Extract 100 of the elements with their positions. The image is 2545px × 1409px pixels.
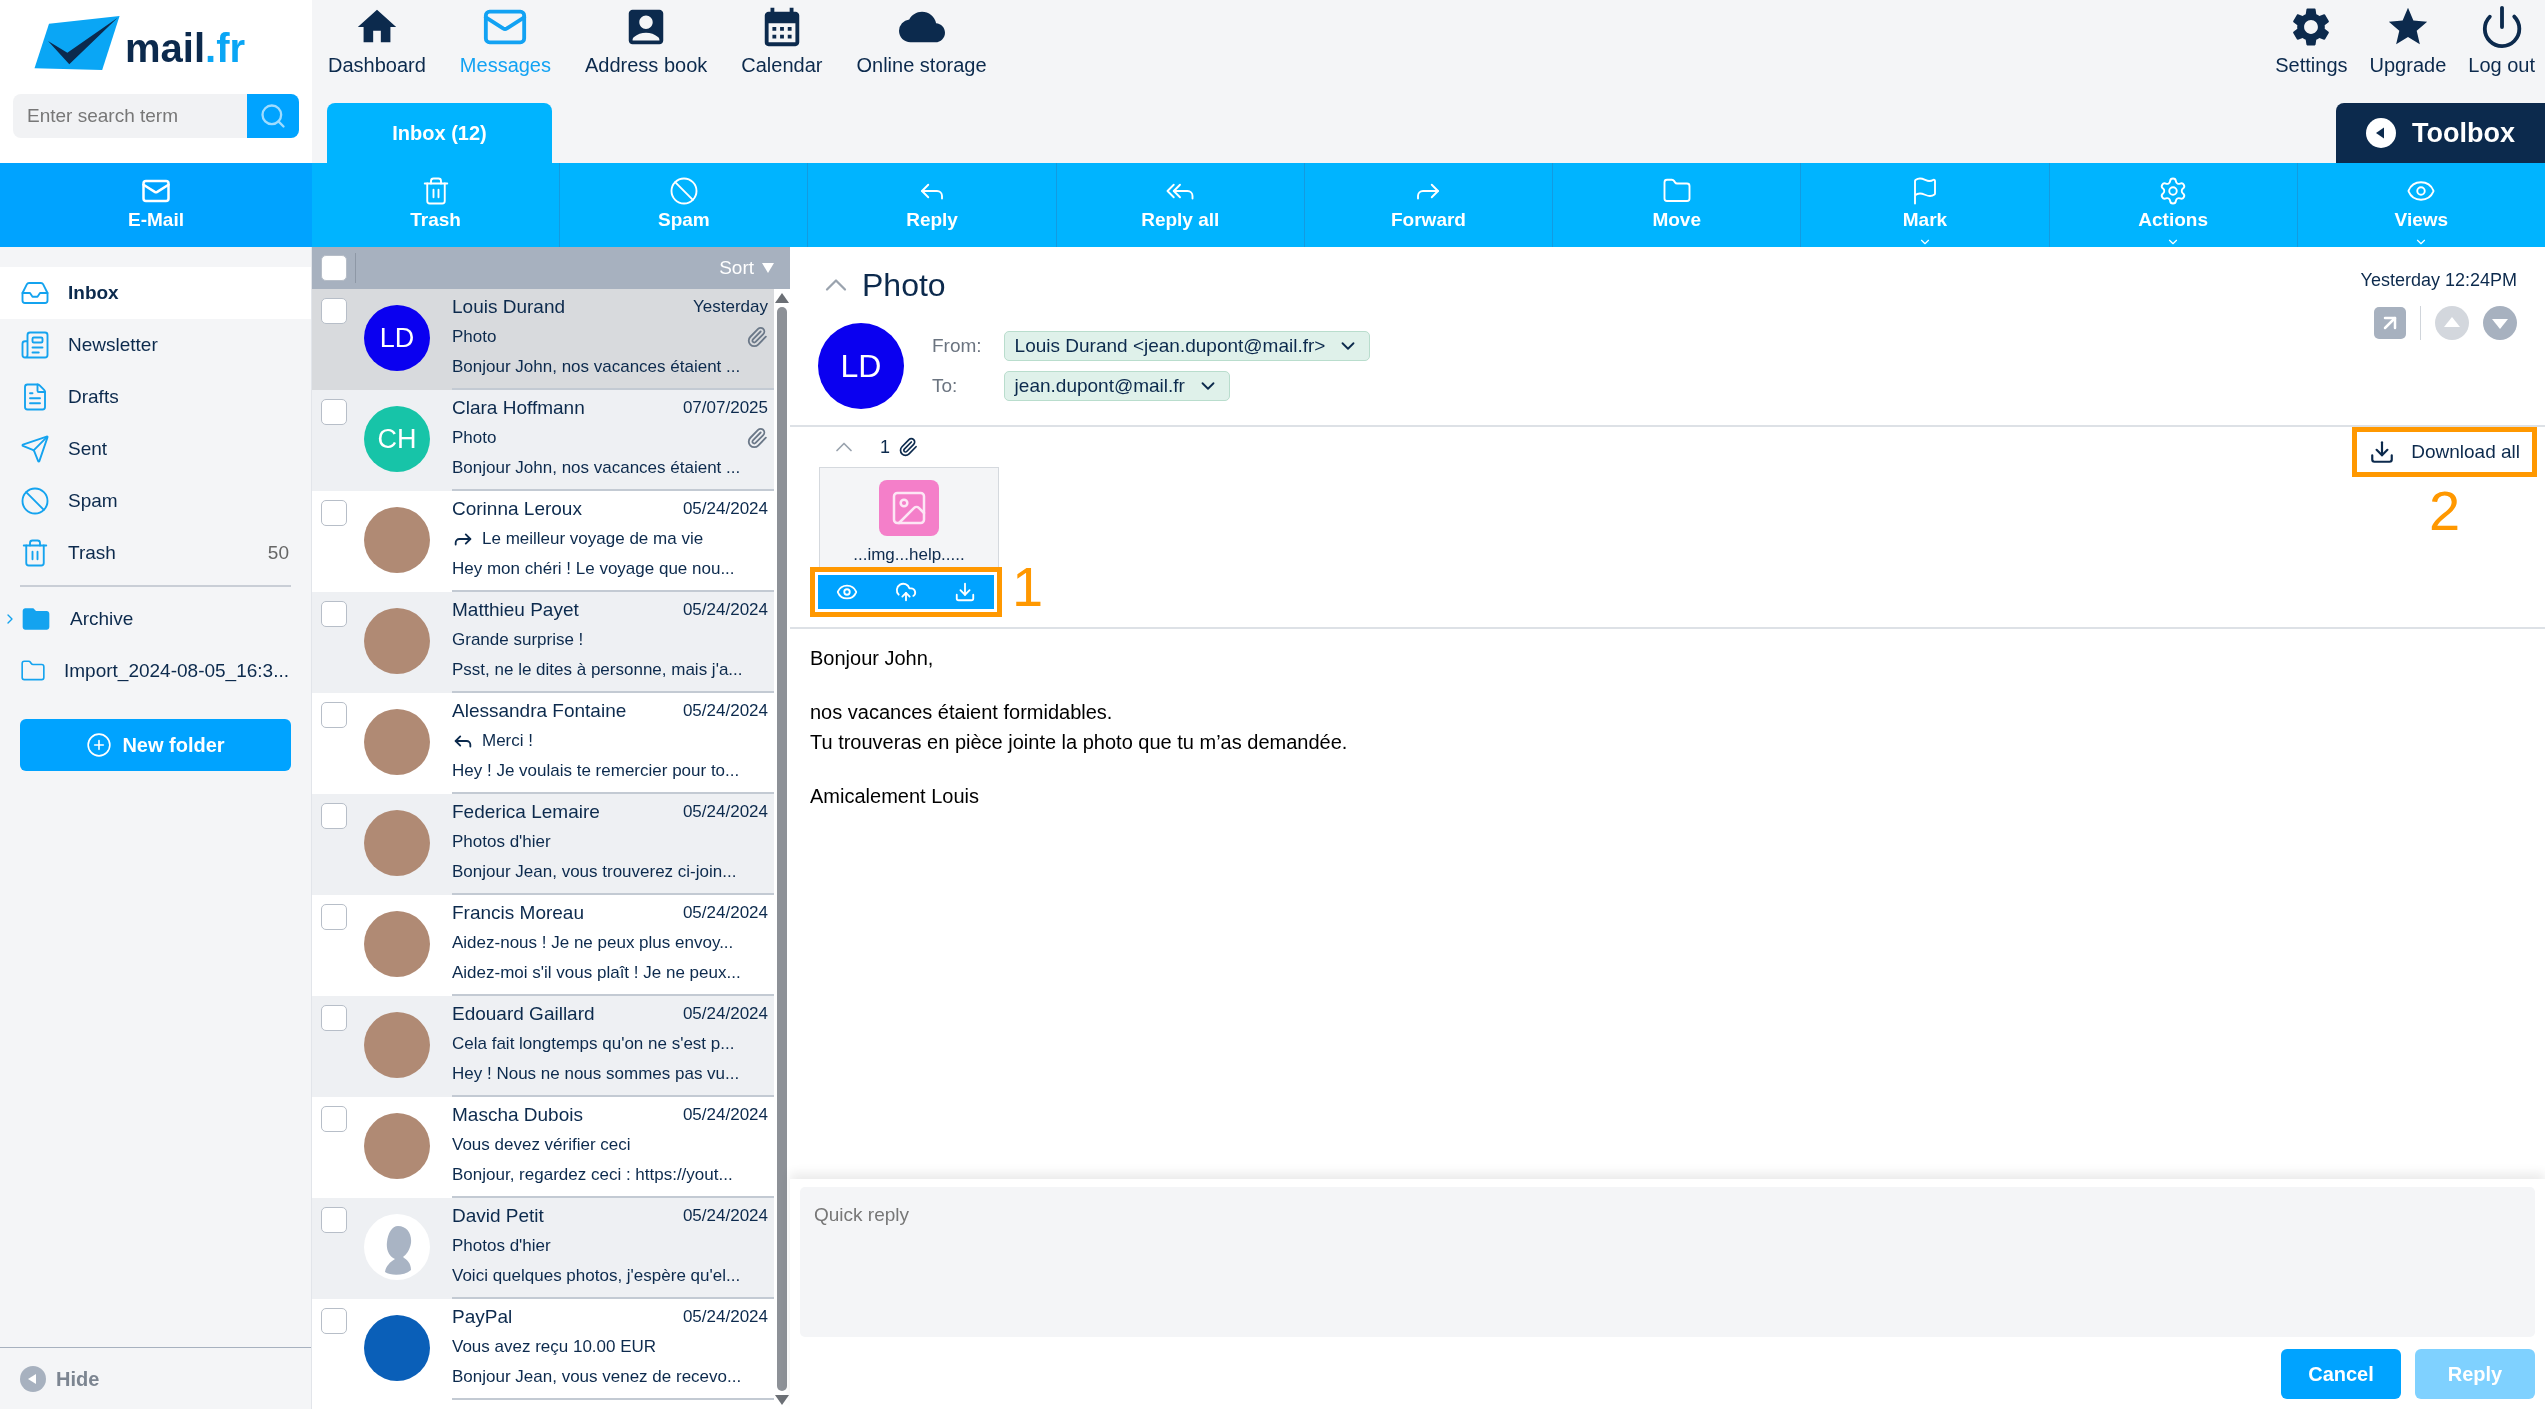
attachment-card[interactable]: ...img...help..... [819, 467, 999, 567]
logo-text: mail.fr [125, 28, 246, 68]
plus-circle-icon [86, 732, 113, 758]
body-text: Tu trouveras en pièce jointe la photo que tu m’as demandée. [810, 730, 1349, 755]
message-row[interactable]: Federica Lemaire 05/24/2024 Photos d'hier Bonjour Jean, vous trouverez ci-join... [312, 794, 774, 895]
message-preview: Aidez-moi s'il vous plaît ! Je ne peux... [452, 962, 741, 985]
message-subject: Vous avez reçu 10.00 EUR [452, 1336, 658, 1359]
folder-item[interactable]: Inbox [0, 267, 311, 319]
message-row[interactable]: LD Louis Durand Yesterday Photo Bonjour John, nos vacances étaient ... [312, 289, 774, 390]
nav-tab[interactable]: Address book [585, 4, 708, 80]
folder-item[interactable]: Sent [0, 423, 311, 475]
sender-chip[interactable]: Louis Durand <jean.dupont@mail.fr> [1003, 331, 1371, 361]
email-title: Photo [862, 266, 946, 305]
sender-name: Clara Hoffmann [452, 395, 585, 420]
next-message-icon[interactable] [2483, 306, 2517, 340]
image-file-icon [879, 480, 939, 536]
checkbox[interactable] [321, 601, 347, 627]
folder-item[interactable]: Spam [0, 475, 311, 527]
message-date: 05/24/2024 [682, 599, 768, 622]
checkbox[interactable] [321, 399, 347, 425]
body-text: Amicalement Louis [810, 784, 980, 809]
message-row[interactable]: Matthieu Payet 05/24/2024 Grande surprise ! Psst, ne le dites à personne, mais j'a... [312, 592, 774, 693]
body-text: Bonjour John, [810, 646, 935, 671]
download-all-button[interactable]: Download all [2359, 434, 2530, 470]
cloud-upload-icon[interactable] [895, 581, 917, 603]
nav-tab[interactable]: Calendar [741, 4, 823, 80]
folder-item[interactable]: Drafts [0, 371, 311, 423]
person-silhouette-icon [364, 1214, 430, 1280]
caret-icon [762, 263, 774, 273]
sender-name: Francis Moreau [452, 900, 584, 925]
to-label: To: [932, 373, 959, 398]
folder-item[interactable]: Newsletter [0, 319, 311, 371]
message-date: 05/24/2024 [682, 498, 768, 521]
sender-name: Federica Lemaire [452, 799, 600, 824]
message-row[interactable]: CH Clara Hoffmann 07/07/2025 Photo Bonjour John, nos vacances étaient ... [312, 390, 774, 491]
checkbox[interactable] [321, 500, 347, 526]
scroll-up-icon [775, 293, 789, 303]
checkbox[interactable] [321, 255, 347, 281]
message-date: 05/24/2024 [682, 1003, 768, 1026]
account-nav-button[interactable]: Upgrade [2369, 4, 2447, 80]
sender-name: Alessandra Fontaine [452, 698, 627, 723]
checkbox[interactable] [321, 1106, 347, 1132]
avatar: LD [364, 305, 430, 371]
message-date: 05/24/2024 [682, 1205, 768, 1228]
trash-icon [20, 538, 50, 568]
folder-item[interactable]: Import_2024-08-05_16:3... [0, 645, 311, 697]
annotation-number: 1 [1012, 559, 1044, 615]
email-date: Yesterday 12:24PM [2360, 269, 2517, 292]
message-date: 05/24/2024 [682, 1306, 768, 1329]
message-subject: Vous devez vérifier ceci [452, 1134, 632, 1157]
message-subject: Merci ! [482, 730, 534, 753]
previous-message-icon[interactable] [2435, 306, 2469, 340]
message-subject: Photo [452, 427, 498, 450]
checkbox[interactable] [321, 1207, 347, 1233]
message-row[interactable]: David Petit 05/24/2024 Photos d'hier Voici quelques photos, j'espère qu'el... [312, 1198, 774, 1299]
from-label: From: [932, 333, 982, 358]
checkbox[interactable] [321, 1308, 347, 1334]
left-arrow-circle-icon [20, 1365, 46, 1392]
nav-tab[interactable]: Dashboard [328, 4, 426, 80]
toolbox-button[interactable]: Toolbox [2336, 103, 2545, 163]
message-subject: Photos d'hier [452, 1235, 552, 1258]
paperclip-icon [898, 437, 918, 457]
folder-item[interactable]: Trash 50 [0, 527, 311, 579]
message-preview: Hey ! Nous ne nous sommes pas vu... [452, 1063, 740, 1086]
sender-name: Matthieu Payet [452, 597, 579, 622]
message-preview: Bonjour, regardez ceci : https://yout... [452, 1164, 733, 1187]
download-icon[interactable] [953, 581, 976, 603]
recipient-chip[interactable]: jean.dupont@mail.fr [1003, 371, 1230, 401]
folder-count: 50 [267, 540, 289, 565]
nav-tab[interactable]: Online storage [856, 4, 987, 80]
search-field[interactable]: Enter search term [13, 94, 247, 138]
message-subject: Cela fait longtemps qu'on ne s'est p... [452, 1033, 736, 1056]
sender-name: PayPal [452, 1304, 513, 1329]
message-date: Yesterday [693, 296, 768, 319]
message-date: 05/24/2024 [682, 700, 768, 723]
checkbox[interactable] [321, 904, 347, 930]
search-icon [259, 102, 287, 130]
checkbox[interactable] [321, 1005, 347, 1031]
message-date: 05/24/2024 [682, 1104, 768, 1127]
quick-reply-field[interactable]: Quick reply [800, 1187, 2535, 1337]
open-window-button[interactable] [2374, 307, 2406, 339]
avatar: CH [364, 406, 430, 472]
message-preview: Bonjour Jean, vous trouverez ci-join... [452, 861, 737, 884]
search-button[interactable] [247, 94, 299, 138]
checkbox[interactable] [321, 803, 347, 829]
body-text: nos vacances étaient formidables. [810, 700, 1114, 725]
message-date: 07/07/2025 [682, 397, 768, 420]
sender-name: Edouard Gaillard [452, 1001, 595, 1026]
message-subject: Grande surprise ! [452, 629, 585, 652]
ban-icon [20, 486, 50, 516]
checkbox[interactable] [321, 702, 347, 728]
message-row[interactable]: Edouard Gaillard 05/24/2024 Cela fait longtemps qu'on ne s'est p... Hey ! Nous ne nous sommes pas vu... [312, 996, 774, 1097]
account-nav-button[interactable]: Settings [2275, 4, 2348, 80]
folder-item[interactable]: Archive [0, 593, 311, 645]
account-nav-button[interactable]: Log out [2468, 4, 2535, 80]
sender-avatar: LD [818, 323, 904, 409]
message-preview: Hey ! Je voulais te remercier pour to... [452, 760, 740, 783]
left-arrow-circle-icon [2366, 118, 2396, 148]
sender-name: David Petit [452, 1203, 544, 1228]
checkbox[interactable] [321, 298, 347, 324]
